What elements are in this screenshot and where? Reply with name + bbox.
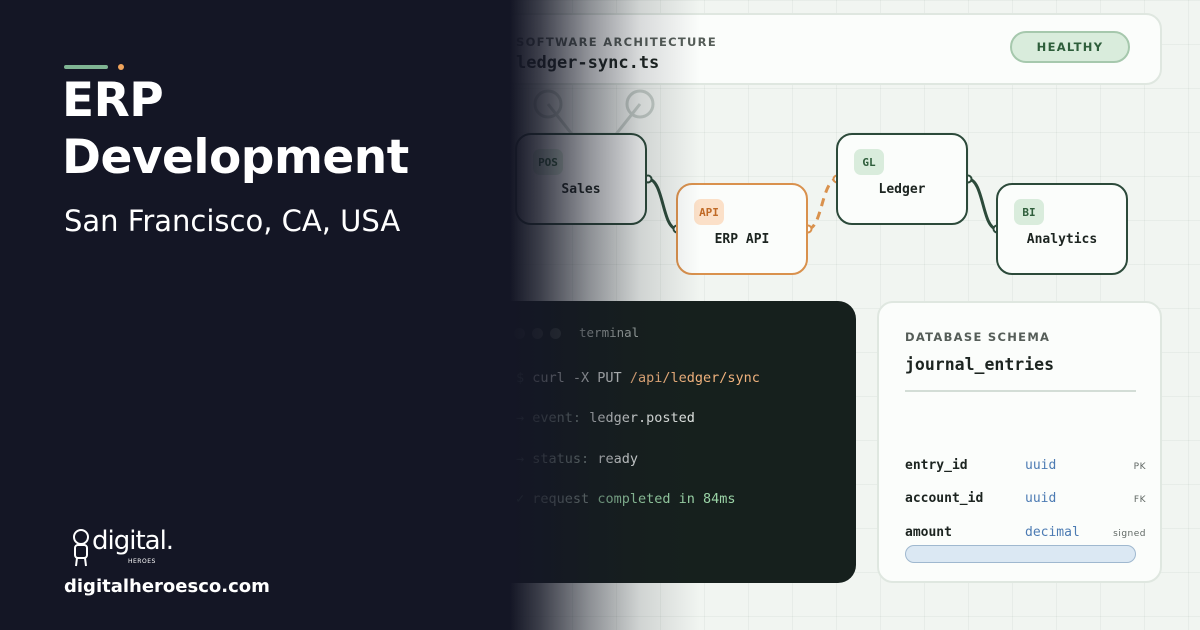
field-name: account_id bbox=[905, 491, 984, 506]
field-name: amount bbox=[905, 525, 952, 540]
astronaut-icon bbox=[73, 529, 89, 567]
field-key: FK bbox=[1133, 495, 1146, 505]
page-title: ERP Development bbox=[62, 72, 409, 186]
title-line: Development bbox=[62, 130, 409, 185]
terminal-title: terminal bbox=[579, 325, 640, 340]
terminal-key: request bbox=[532, 491, 590, 507]
terminal-endpoint: /api/ledger/sync bbox=[629, 370, 760, 386]
node-tag: GL bbox=[854, 149, 884, 175]
arrow-icon: → bbox=[516, 451, 525, 467]
node-tag: API bbox=[694, 199, 724, 225]
terminal-command: curl -X PUT bbox=[532, 370, 622, 386]
window-dot-icon[interactable] bbox=[514, 328, 525, 339]
logo-wordmark: digital. bbox=[92, 526, 174, 556]
terminal-window: terminal $ curl -X PUT /api/ledger/sync … bbox=[488, 301, 856, 583]
node-label: ERP API bbox=[714, 232, 770, 247]
section-eyebrow: DATABASE SCHEMA bbox=[905, 330, 1051, 344]
accent-bar bbox=[64, 65, 108, 69]
edge-ledger-to-analytics bbox=[967, 177, 998, 231]
field-key: PK bbox=[1133, 462, 1146, 472]
edge-api-to-ledger bbox=[807, 177, 838, 231]
website-link[interactable]: digitalheroesco.com bbox=[64, 576, 270, 597]
terminal-line: $ curl -X PUT /api/ledger/sync bbox=[516, 370, 760, 386]
node-tag: POS bbox=[533, 149, 563, 175]
brand-logo[interactable]: digital. HEROES bbox=[70, 524, 180, 570]
node-erp-api[interactable]: API ERP API bbox=[676, 183, 808, 275]
window-dot-icon[interactable] bbox=[550, 328, 561, 339]
terminal-line: → status: ready bbox=[516, 451, 638, 467]
field-type: uuid bbox=[1025, 491, 1057, 506]
node-analytics[interactable]: BI Analytics bbox=[996, 183, 1128, 275]
terminal-value: ledger.posted bbox=[589, 410, 695, 426]
terminal-key: event: bbox=[532, 410, 582, 426]
database-schema-card: DATABASE SCHEMA journal_entries entry_id… bbox=[877, 301, 1162, 583]
schema-highlight-bar bbox=[905, 545, 1136, 563]
field-type: decimal bbox=[1025, 525, 1080, 540]
check-icon: ✓ bbox=[516, 491, 525, 507]
divider bbox=[905, 390, 1136, 392]
arrow-icon: → bbox=[516, 410, 525, 426]
table-name: journal_entries bbox=[905, 355, 1055, 374]
field-type: uuid bbox=[1025, 458, 1057, 473]
terminal-value: ready bbox=[597, 451, 638, 467]
prompt-symbol: $ bbox=[516, 370, 525, 386]
terminal-key: status: bbox=[532, 451, 590, 467]
node-tag: BI bbox=[1014, 199, 1044, 225]
node-label: Analytics bbox=[1026, 232, 1098, 247]
window-dot-icon[interactable] bbox=[532, 328, 543, 339]
terminal-line: ✓ request completed in 84ms bbox=[516, 491, 736, 507]
title-line: ERP bbox=[62, 73, 164, 128]
field-name: entry_id bbox=[905, 458, 968, 473]
node-sales[interactable]: POS Sales bbox=[515, 133, 647, 225]
node-label: Ledger bbox=[878, 182, 926, 197]
logo-subtitle: HEROES bbox=[128, 558, 156, 565]
accent-dot bbox=[118, 64, 124, 70]
node-ledger[interactable]: GL Ledger bbox=[836, 133, 968, 225]
edge-sales-to-api bbox=[647, 177, 678, 231]
location-text: San Francisco, CA, USA bbox=[64, 204, 401, 238]
terminal-line: → event: ledger.posted bbox=[516, 410, 695, 426]
node-label: Sales bbox=[561, 182, 601, 197]
field-key: signed bbox=[1113, 529, 1146, 539]
terminal-value: completed in 84ms bbox=[597, 491, 736, 507]
